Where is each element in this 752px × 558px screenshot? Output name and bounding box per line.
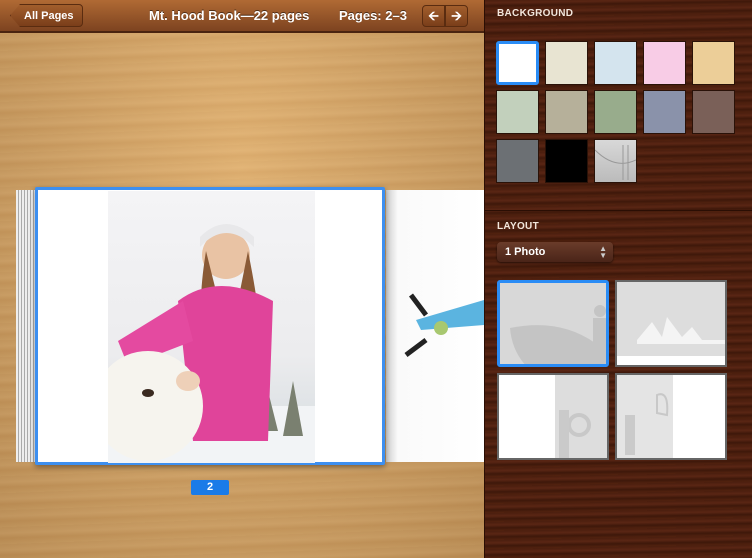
right-page[interactable] (386, 190, 484, 462)
background-swatch[interactable] (643, 41, 686, 85)
arrow-left-icon: 🡨 (428, 8, 439, 23)
background-swatch[interactable] (594, 90, 637, 134)
arrow-right-icon: 🡪 (451, 8, 462, 23)
background-swatch[interactable] (496, 90, 539, 134)
book-canvas: All Pages Mt. Hood Book—22 pages Pages: … (0, 0, 484, 558)
background-swatch[interactable] (545, 90, 588, 134)
next-page-button[interactable]: 🡪 (445, 5, 468, 27)
page-photo[interactable] (108, 191, 315, 463)
background-swatch[interactable] (545, 139, 588, 183)
layout-option-text-right[interactable] (615, 373, 727, 460)
page-number-badge[interactable]: 2 (191, 480, 229, 495)
layout-select[interactable]: 1 Photo ▲ ▼ (497, 242, 613, 262)
toolbar: All Pages Mt. Hood Book—22 pages Pages: … (0, 0, 484, 33)
select-arrows-icon: ▲ ▼ (599, 244, 607, 260)
left-page[interactable] (35, 187, 385, 465)
background-swatch[interactable] (545, 41, 588, 85)
background-section-title: BACKGROUND (497, 8, 574, 19)
background-swatch[interactable] (594, 139, 637, 183)
layout-option-photo-caption[interactable] (615, 280, 727, 367)
layout-section-title: LAYOUT (497, 221, 539, 232)
right-page-photo (404, 293, 484, 357)
background-swatch[interactable] (496, 41, 539, 85)
all-pages-button[interactable]: All Pages (10, 4, 83, 27)
layout-option-text-left[interactable] (497, 373, 609, 460)
layout-select-value: 1 Photo (505, 246, 546, 258)
format-panel: BACKGROUND LAYOUT 1 Photo ▲ ▼ (484, 0, 752, 558)
background-swatch[interactable] (594, 41, 637, 85)
background-swatch[interactable] (692, 41, 735, 85)
background-swatch[interactable] (692, 90, 735, 134)
divider (485, 210, 752, 211)
book-title: Mt. Hood Book—22 pages (149, 8, 310, 23)
background-swatch[interactable] (496, 139, 539, 183)
pages-indicator: Pages: 2–3 (339, 8, 407, 23)
prev-page-button[interactable]: 🡨 (422, 5, 445, 27)
background-swatch[interactable] (643, 90, 686, 134)
layout-option-1-photo[interactable] (497, 280, 609, 367)
